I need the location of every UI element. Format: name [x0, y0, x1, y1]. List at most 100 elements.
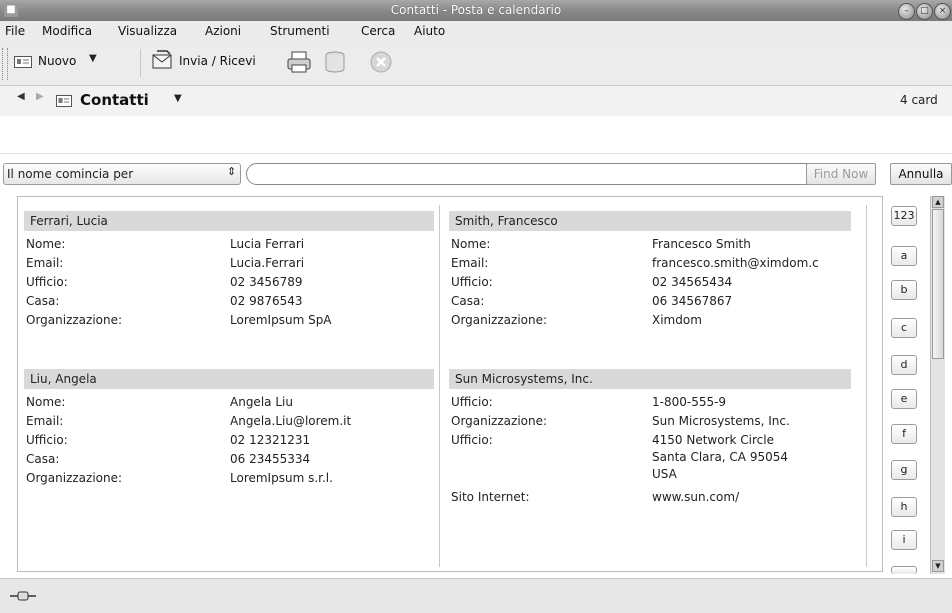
- title-bar[interactable]: ■ Contatti - Posta e calendario – □ ×: [0, 0, 952, 22]
- field-value: Sun Microsystems, Inc.: [652, 414, 790, 428]
- menu-azioni[interactable]: Azioni: [205, 24, 241, 38]
- field-label: Sito Internet:: [451, 490, 530, 504]
- toolbar: [0, 42, 952, 86]
- index-button-c[interactable]: c: [891, 318, 917, 338]
- field-label: Email:: [26, 414, 64, 428]
- folder-bar: ◀ ▶ Contatti ▼ 4 card: [0, 86, 952, 116]
- field-label: Organizzazione:: [26, 313, 123, 327]
- stop-icon[interactable]: [370, 51, 392, 73]
- field-label: Casa:: [26, 294, 60, 308]
- column-divider: [866, 205, 867, 567]
- index-button-e[interactable]: e: [891, 389, 917, 409]
- field-value: Angela Liu: [230, 395, 293, 409]
- contact-card-heading[interactable]: Smith, Francesco: [449, 211, 851, 231]
- field-value: 02 3456789: [230, 275, 303, 289]
- maximize-icon[interactable]: □: [916, 3, 933, 20]
- minimize-icon[interactable]: –: [898, 3, 915, 20]
- field-label: Nome:: [451, 237, 491, 251]
- field-label: Email:: [451, 256, 489, 270]
- field-value[interactable]: Angela.Liu@lorem.it: [230, 414, 351, 428]
- chevron-down-icon[interactable]: ▼: [89, 53, 97, 64]
- contact-card[interactable]: Sun Microsystems, Inc. Ufficio: 1-800-55…: [449, 369, 851, 504]
- folder-title[interactable]: Contatti: [80, 91, 149, 109]
- field-label: Nome:: [26, 237, 66, 251]
- field-value: 06 23455334: [230, 452, 311, 466]
- scroll-down-icon[interactable]: ▼: [932, 560, 944, 572]
- field-value: USA: [652, 467, 677, 481]
- menu-visualizza[interactable]: Visualizza: [118, 24, 177, 38]
- contacts-folder-icon: [56, 95, 72, 107]
- field-label: Casa:: [26, 452, 60, 466]
- index-button-b[interactable]: b: [891, 280, 917, 300]
- toolbar-separator: [140, 49, 141, 77]
- delete-icon[interactable]: [323, 50, 347, 74]
- field-label: Ufficio:: [451, 395, 493, 409]
- field-value: 06 34567867: [652, 294, 733, 308]
- forward-arrow-icon[interactable]: ▶: [36, 91, 44, 102]
- index-button-123[interactable]: 123: [891, 206, 917, 226]
- menu-aiuto[interactable]: Aiuto: [414, 24, 445, 38]
- field-value: Ximdom: [652, 313, 702, 327]
- search-criteria-value: Il nome comincia per: [7, 167, 134, 181]
- index-button-f[interactable]: f: [891, 424, 917, 444]
- folder-dropdown-icon[interactable]: ▼: [174, 93, 182, 104]
- scroll-thumb[interactable]: [932, 209, 944, 359]
- contact-card[interactable]: Liu, Angela Nome: Angela Liu Email: Ange…: [24, 369, 434, 485]
- close-icon[interactable]: ×: [934, 3, 951, 20]
- new-label: Nuovo: [38, 54, 77, 68]
- index-button-partial[interactable]: [891, 566, 917, 574]
- field-value: Santa Clara, CA 95054: [652, 450, 789, 464]
- find-now-button[interactable]: Find Now: [806, 163, 876, 185]
- field-value: LoremIpsum s.r.l.: [230, 471, 333, 485]
- field-value: Lucia Ferrari: [230, 237, 305, 251]
- contact-card-icon: [14, 56, 32, 68]
- field-value[interactable]: Lucia.Ferrari: [230, 256, 304, 270]
- divider: [0, 153, 952, 154]
- field-label: Organizzazione:: [26, 471, 123, 485]
- send-receive-label: Invia / Ricevi: [179, 54, 256, 68]
- send-receive-icon: [152, 50, 172, 69]
- updown-arrows-icon: ⇕: [227, 165, 237, 178]
- field-value: 1-800-555-9: [652, 395, 727, 409]
- contact-card-heading[interactable]: Sun Microsystems, Inc.: [449, 369, 851, 389]
- search-criteria-select[interactable]: Il nome comincia per ⇕: [3, 163, 241, 185]
- toolbar-grip[interactable]: [2, 48, 8, 80]
- contact-card-heading[interactable]: Ferrari, Lucia: [24, 211, 434, 231]
- menu-strumenti[interactable]: Strumenti: [270, 24, 330, 38]
- send-receive-button[interactable]: Invia / Ricevi: [151, 46, 277, 76]
- field-label: Ufficio:: [26, 433, 68, 447]
- field-label: Email:: [26, 256, 64, 270]
- index-button-h[interactable]: h: [891, 497, 917, 517]
- print-icon[interactable]: [286, 50, 312, 74]
- index-button-i[interactable]: i: [891, 530, 917, 550]
- index-button-g[interactable]: g: [891, 460, 917, 480]
- contact-card[interactable]: Smith, Francesco Nome: Francesco Smith E…: [449, 211, 851, 327]
- menu-modifica[interactable]: Modifica: [42, 24, 92, 38]
- field-value: 02 9876543: [230, 294, 303, 308]
- search-input[interactable]: [246, 163, 826, 185]
- contact-card-heading[interactable]: Liu, Angela: [24, 369, 434, 389]
- vertical-scrollbar[interactable]: ▲ ▼: [930, 196, 945, 574]
- back-arrow-icon[interactable]: ◀: [17, 91, 25, 102]
- field-value: Francesco Smith: [652, 237, 751, 251]
- scroll-up-icon[interactable]: ▲: [932, 196, 944, 208]
- index-button-d[interactable]: d: [891, 355, 917, 375]
- field-label: Organizzazione:: [451, 313, 548, 327]
- window-title: Contatti - Posta e calendario: [390, 3, 562, 17]
- field-label: Casa:: [451, 294, 485, 308]
- online-status-icon[interactable]: [10, 590, 36, 602]
- field-value[interactable]: www.sun.com/: [652, 490, 739, 504]
- field-value[interactable]: francesco.smith@ximdom.c: [652, 256, 819, 270]
- field-label: Organizzazione:: [451, 414, 548, 428]
- index-button-a[interactable]: a: [891, 246, 917, 266]
- cancel-button[interactable]: Annulla: [890, 163, 952, 185]
- status-bar: [0, 578, 952, 613]
- menu-file[interactable]: File: [5, 24, 25, 38]
- field-label: Ufficio:: [451, 275, 493, 289]
- menu-cerca[interactable]: Cerca: [361, 24, 395, 38]
- menu-bar: File Modifica Visualizza Azioni Strument…: [0, 21, 952, 43]
- column-divider: [439, 205, 440, 567]
- contact-card[interactable]: Ferrari, Lucia Nome: Lucia Ferrari Email…: [24, 211, 434, 327]
- field-label: Ufficio:: [26, 275, 68, 289]
- field-value: 02 12321231: [230, 433, 311, 447]
